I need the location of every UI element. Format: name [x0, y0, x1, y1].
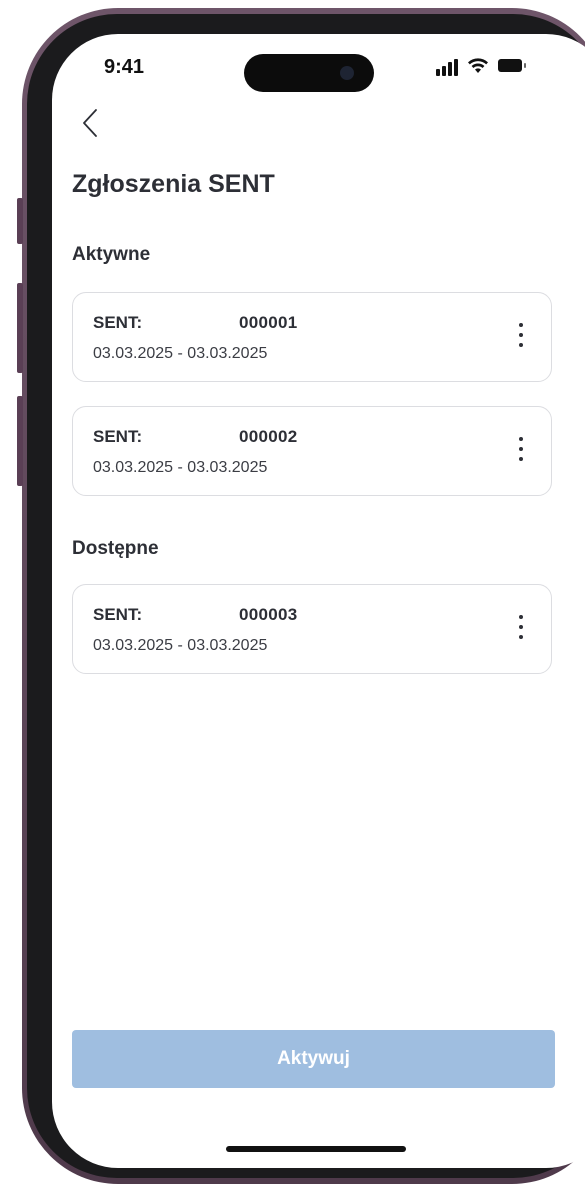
- more-vertical-icon[interactable]: [517, 437, 525, 465]
- more-vertical-icon[interactable]: [517, 615, 525, 643]
- dynamic-island: [244, 54, 374, 92]
- camera-icon: [340, 66, 354, 80]
- item-label: SENT:: [93, 427, 143, 446]
- list-item[interactable]: SENT: 000002 03.03.2025 - 03.03.2025: [72, 406, 552, 496]
- item-number: 000002: [239, 427, 298, 446]
- side-button-volume-down: [17, 396, 23, 486]
- battery-tip: [524, 63, 526, 68]
- list-item[interactable]: SENT: 000003 03.03.2025 - 03.03.2025: [72, 584, 552, 674]
- item-number: 000001: [239, 313, 298, 332]
- item-label: SENT:: [93, 605, 143, 624]
- more-vertical-icon[interactable]: [517, 323, 525, 351]
- section-title-active: Aktywne: [72, 244, 151, 265]
- item-dates: 03.03.2025 - 03.03.2025: [93, 459, 268, 476]
- section-title-available: Dostępne: [72, 538, 159, 559]
- item-label: SENT:: [93, 313, 143, 332]
- battery-icon: [498, 59, 522, 72]
- item-number: 000003: [239, 605, 298, 624]
- activate-button[interactable]: Aktywuj: [72, 1030, 555, 1088]
- item-dates: 03.03.2025 - 03.03.2025: [93, 345, 268, 362]
- list-item[interactable]: SENT: 000001 03.03.2025 - 03.03.2025: [72, 292, 552, 382]
- item-dates: 03.03.2025 - 03.03.2025: [93, 637, 268, 654]
- wifi-icon: [468, 58, 488, 73]
- chevron-left-icon[interactable]: [80, 106, 104, 140]
- side-button-mute: [17, 198, 23, 244]
- home-indicator[interactable]: [226, 1146, 406, 1152]
- status-time: 9:41: [104, 56, 145, 78]
- phone-screen: 9:41 Zgłoszenia SENT Aktywne SENT: 00000…: [52, 34, 585, 1168]
- page-title: Zgłoszenia SENT: [72, 170, 275, 198]
- status-icons: [436, 56, 540, 78]
- side-button-volume-up: [17, 283, 23, 373]
